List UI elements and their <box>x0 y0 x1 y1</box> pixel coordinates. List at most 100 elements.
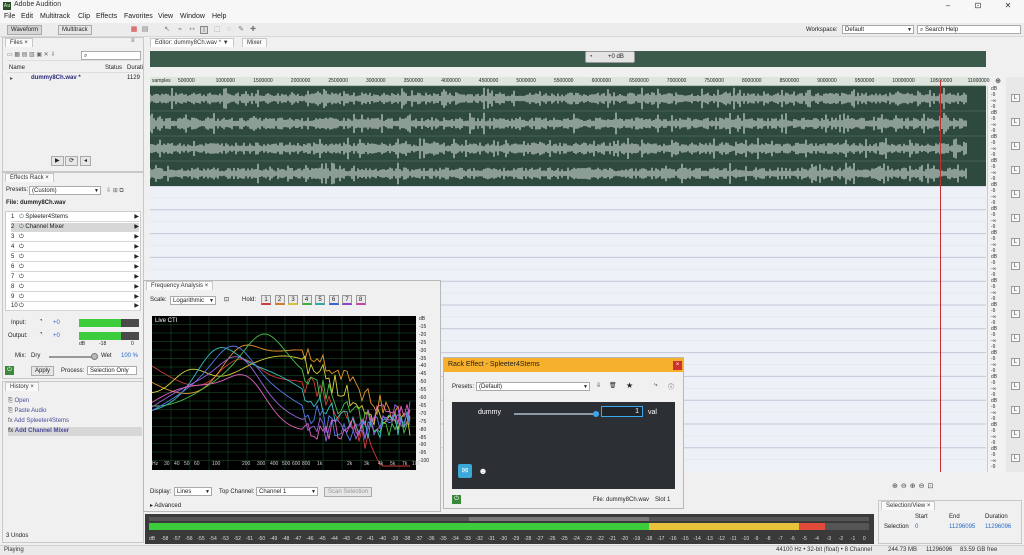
history-item-add-channel-mixer[interactable]: fx Add Channel Mixer <box>8 427 142 436</box>
frequency-plot[interactable]: Live CTI <box>151 316 416 470</box>
waveform-view-button[interactable]: Waveform <box>7 25 43 35</box>
fx-settings-icon[interactable]: ⤷ <box>654 382 657 389</box>
play-file-icon[interactable]: ▶ <box>51 156 64 166</box>
channel-enable-button[interactable]: L <box>1011 382 1020 390</box>
minimize-button[interactable]: – <box>933 0 963 12</box>
history-item-add-spleeter[interactable]: fx Add Spleeter4Stems <box>8 417 142 426</box>
zoom-full-icon[interactable]: ⊡ <box>928 483 937 490</box>
effect-slot-9[interactable]: 9 ⏻ ▶ <box>11 293 139 302</box>
wet-value[interactable]: 100 % <box>121 353 138 359</box>
channel-enable-button[interactable]: L <box>1011 142 1020 150</box>
effect-slot-1[interactable]: 1 ⏻ Spleeter4Stems ▶ <box>11 213 139 222</box>
menu-help[interactable]: Help <box>212 13 226 20</box>
history-item-open[interactable]: ⎘ Open <box>8 397 142 406</box>
output-value[interactable]: +0 <box>53 333 60 339</box>
multitrack-view-button[interactable]: Multitrack <box>58 25 92 35</box>
mix-slider[interactable] <box>49 353 98 360</box>
channel-enable-button[interactable]: L <box>1011 430 1020 438</box>
time-ruler[interactable]: samples 500000 1000000 1500000 2000000 25000… <box>150 77 989 86</box>
menu-file[interactable]: File <box>4 13 15 20</box>
menu-edit[interactable]: Edit <box>21 13 33 20</box>
effect-slot-6[interactable]: 6 ⏻ ▶ <box>11 263 139 272</box>
playhead[interactable] <box>940 80 941 472</box>
effect-slot-5[interactable]: 5 ⏻ ▶ <box>11 253 139 262</box>
sel-duration[interactable]: 11296096 <box>985 524 1011 530</box>
zoom-out-time-icon[interactable]: ⊖ <box>919 483 928 490</box>
rack-effect-presets-dropdown[interactable]: (Default) ▼ <box>476 382 590 391</box>
effect-slot-2[interactable]: 2 ⏻ Channel Mixer ▶ <box>11 223 139 232</box>
hold-button-4[interactable]: 4 <box>301 295 312 305</box>
scan-selection-button[interactable]: Scan Selection <box>324 487 373 497</box>
hold-button-5[interactable]: 5 <box>315 295 325 305</box>
param-slider[interactable] <box>514 411 599 417</box>
hold-button-1[interactable]: 1 <box>261 295 271 305</box>
volume-knob-icon[interactable]: ◔ <box>589 54 593 60</box>
hold-button-6[interactable]: 6 <box>328 295 339 305</box>
display-dropdown[interactable]: Lines ▼ <box>174 487 212 496</box>
input-knob-icon[interactable]: ◔ <box>39 318 43 324</box>
channel-enable-button[interactable]: L <box>1011 454 1020 462</box>
menu-effects[interactable]: Effects <box>96 13 117 20</box>
channel-enable-button[interactable]: L <box>1011 214 1020 222</box>
menu-window[interactable]: Window <box>180 13 205 20</box>
expand-arrow-icon[interactable]: ▸ <box>10 75 13 82</box>
files-toolbar-icons[interactable]: ▭ ▦ ▤ ▥ ▣ ✕ ⇩ <box>7 52 55 58</box>
effect-slot-4[interactable]: 4 ⏻ ▶ <box>11 243 139 252</box>
waveform-display[interactable] <box>149 85 986 186</box>
channel-enable-button[interactable]: L <box>1011 286 1020 294</box>
history-item-paste[interactable]: ⎘ Paste Audio <box>8 407 142 416</box>
preset-actions-icons[interactable]: ⇩ ⊞ ⧉ <box>106 187 124 195</box>
menu-view[interactable]: View <box>158 13 173 20</box>
overview-bar[interactable] <box>150 51 986 67</box>
spectral-frequency-icon[interactable]: ▦ <box>130 26 138 34</box>
zoom-out-amplitude-icon[interactable]: ⊖ <box>901 483 910 490</box>
spot-healing-icon[interactable]: ✚ <box>249 26 257 34</box>
move-tool-icon[interactable]: ↖ <box>163 26 171 34</box>
channel-enable-button[interactable]: L <box>1011 190 1020 198</box>
channel-enable-button[interactable]: L <box>1011 334 1020 342</box>
autoplay-icon[interactable]: ◂ <box>80 156 92 166</box>
effect-slot-3[interactable]: 3 ⏻ ▶ <box>11 233 139 242</box>
delete-preset-icon[interactable]: 🗑 <box>609 382 617 389</box>
channel-enable-button[interactable]: L <box>1011 358 1020 366</box>
apply-button[interactable]: Apply <box>31 366 55 376</box>
hold-button-8[interactable]: 8 <box>355 295 366 305</box>
spectral-pitch-icon[interactable]: ▤ <box>141 26 149 34</box>
output-knob-icon[interactable]: ◔ <box>39 331 43 337</box>
zoom-in-time-icon[interactable]: ⊕ <box>910 483 919 490</box>
param-slider-thumb[interactable] <box>593 411 599 417</box>
maximize-button[interactable]: ⊡ <box>963 0 993 12</box>
selection-view-tab[interactable]: Selection/View × <box>881 501 936 510</box>
effect-slot-10[interactable]: 10⏻ ▶ <box>11 302 139 311</box>
sel-end[interactable]: 11296095 <box>949 524 975 530</box>
effect-slot-8[interactable]: 8 ⏻ ▶ <box>11 283 139 292</box>
info-icon[interactable]: ⓘ <box>668 382 674 391</box>
volume-hud[interactable]: ◔ +0 dB <box>585 51 635 63</box>
hold-button-2[interactable]: 2 <box>274 295 285 305</box>
input-value[interactable]: +0 <box>53 320 60 326</box>
favorite-star-icon[interactable]: ★ <box>626 381 633 390</box>
zoom-in-amplitude-icon[interactable]: ⊕ <box>892 483 901 490</box>
effects-rack-tab[interactable]: Effects Rack × <box>5 173 54 182</box>
history-tab[interactable]: History × <box>5 382 39 391</box>
param-value-input[interactable]: 1 <box>601 406 643 417</box>
channel-enable-button[interactable]: L <box>1011 406 1020 414</box>
zoom-controls[interactable]: ⊕⊖⊕⊖⊡ <box>892 482 986 492</box>
search-help-input[interactable]: ⌕ Search Help <box>917 25 1021 34</box>
effect-slot-7[interactable]: 7 ⏻ ▶ <box>11 273 139 282</box>
channel-enable-button[interactable]: L <box>1011 310 1020 318</box>
channel-enable-button[interactable]: L <box>1011 94 1020 102</box>
advanced-toggle[interactable]: ▸ Advanced <box>150 502 181 509</box>
lasso-tool-icon[interactable]: ◌ <box>225 26 233 34</box>
rack-power-icon[interactable]: ⏻ <box>5 366 14 375</box>
process-dropdown[interactable]: Selection Only <box>87 366 137 375</box>
loop-file-icon[interactable]: ⟳ <box>65 156 79 166</box>
close-icon[interactable]: × <box>673 361 682 370</box>
scale-dropdown[interactable]: Logarithmic ▼ <box>170 296 216 305</box>
channel-enable-button[interactable]: L <box>1011 262 1020 270</box>
time-selection-tool-icon[interactable]: I <box>200 26 208 34</box>
mixer-tab[interactable]: Mixer <box>242 38 267 47</box>
razor-tool-icon[interactable]: ⌁ <box>176 26 184 34</box>
save-preset-icon[interactable]: ⇩ <box>596 382 601 389</box>
reset-view-icon[interactable]: ⊡ <box>224 296 229 303</box>
